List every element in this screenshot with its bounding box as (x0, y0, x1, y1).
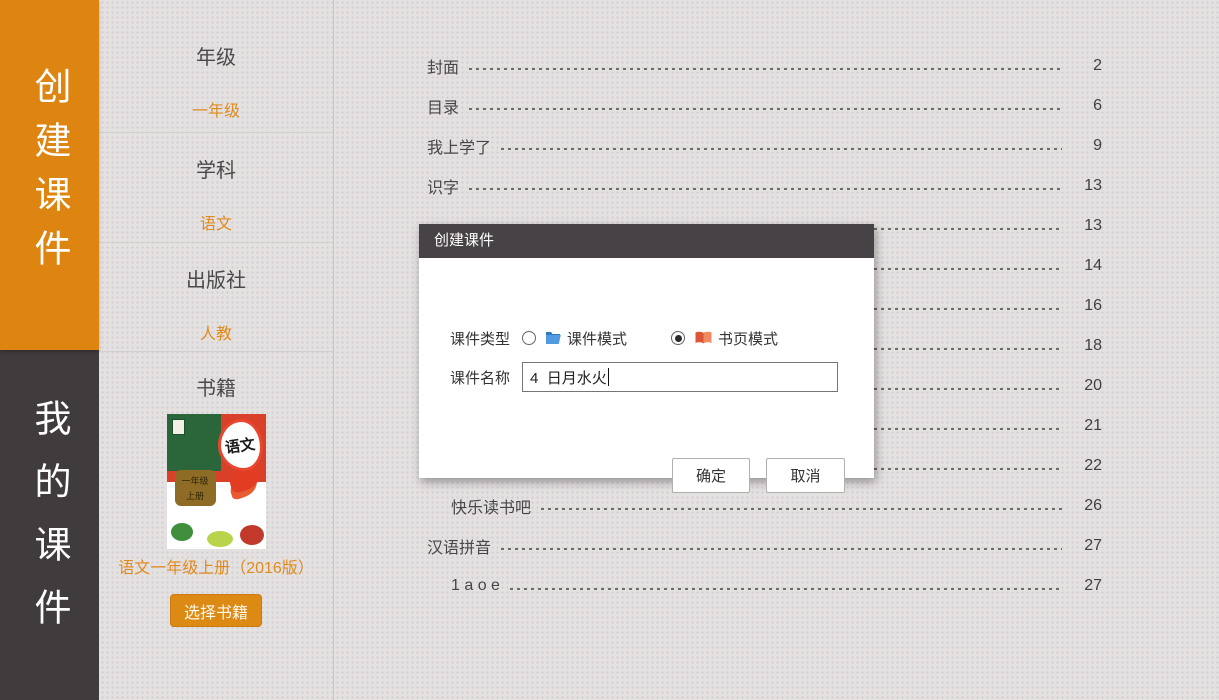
toc-label: 快乐读书吧 (427, 494, 531, 518)
toc-page-number: 9 (1072, 137, 1102, 155)
toc-page-number: 21 (1072, 417, 1102, 435)
toc-row-aoe[interactable]: 1 a o e 27 (427, 566, 1102, 606)
subject-title: 学科 (99, 154, 333, 183)
nav-my-courseware-label[interactable]: 我的课件 (31, 399, 68, 651)
nav-create-courseware[interactable]: 创建课件 (0, 0, 99, 350)
book-cover-bush (240, 525, 264, 545)
toc-label: 目录 (427, 94, 459, 118)
toc-page-number: 16 (1072, 297, 1102, 315)
publisher-value[interactable]: 人教 (99, 320, 333, 344)
toc-page-number: 18 (1072, 337, 1102, 355)
book-title: 书籍 (99, 372, 333, 401)
toc-page-number: 14 (1072, 257, 1102, 275)
book-cover-seal (172, 419, 185, 435)
nav-my-courseware[interactable]: 我的课件 (0, 350, 99, 700)
section-grade: 年级 一年级 (99, 0, 333, 133)
toc-leader (469, 68, 1062, 70)
choose-book-button[interactable]: 选择书籍 (170, 594, 262, 627)
option-bookpage-mode-label: 书页模式 (718, 328, 778, 349)
book-cover-bush (171, 523, 193, 541)
book-cover-title: 语文 (224, 433, 257, 458)
section-publisher: 出版社 人教 (99, 243, 333, 352)
toc-page-number: 13 (1072, 177, 1102, 195)
subject-value[interactable]: 语文 (99, 210, 333, 234)
create-courseware-dialog: 创建课件 课件类型 课件模式 (419, 224, 874, 478)
book-caption: 语文一年级上册（2016版） (118, 558, 314, 580)
toc-page-number: 27 (1072, 577, 1102, 595)
toc-page-number: 6 (1072, 97, 1102, 115)
grade-value[interactable]: 一年级 (99, 97, 333, 121)
courseware-mode-radio[interactable] (522, 331, 536, 345)
courseware-type-label: 课件类型 (450, 328, 510, 349)
toc-row-literacy[interactable]: 识字 13 (427, 166, 1102, 206)
toc-leader (469, 108, 1062, 110)
book-cover-volume: 上册 (186, 489, 204, 502)
courseware-name-label: 课件名称 (450, 367, 510, 388)
option-bookpage-mode[interactable]: 书页模式 (671, 328, 778, 349)
toc-label: 识字 (427, 174, 459, 198)
toc-label: 封面 (427, 54, 459, 78)
toc-page-number: 26 (1072, 497, 1102, 515)
toc-leader (501, 148, 1062, 150)
toc-leader (510, 588, 1062, 590)
toc-page-number: 13 (1072, 217, 1102, 235)
publisher-title: 出版社 (99, 264, 333, 293)
book-selection-sidebar: 年级 一年级 学科 语文 出版社 人教 书籍 语文 一 (99, 0, 334, 700)
grade-title: 年级 (99, 41, 333, 70)
option-courseware-mode-label: 课件模式 (567, 328, 627, 349)
toc-leader (501, 548, 1062, 550)
section-subject: 学科 语文 (99, 133, 333, 243)
courseware-name-value: 4 日月水火 (530, 367, 607, 388)
option-courseware-mode[interactable]: 课件模式 (522, 328, 627, 349)
bookpage-mode-radio[interactable] (671, 331, 685, 345)
folder-icon (545, 331, 562, 345)
toc-page-number: 22 (1072, 457, 1102, 475)
courseware-name-input[interactable]: 4 日月水火 (522, 362, 838, 392)
toc-label: 我上学了 (427, 134, 491, 158)
toc-row-happy-reading[interactable]: 快乐读书吧 26 (427, 486, 1102, 526)
toc-leader (541, 508, 1062, 510)
toc-label: 1 a o e (427, 577, 500, 595)
toc-page-number: 2 (1072, 57, 1102, 75)
toc-page-number: 27 (1072, 537, 1102, 555)
toc-page-number: 20 (1072, 377, 1102, 395)
dialog-body: 课件类型 课件模式 书页模 (419, 258, 874, 478)
book-icon (694, 331, 713, 345)
courseware-name-row: 课件名称 4 日月水火 (450, 362, 838, 392)
courseware-type-row: 课件类型 课件模式 书页模 (450, 324, 778, 352)
book-cover-image[interactable]: 语文 一年级 上册 (167, 414, 266, 549)
ok-button[interactable]: 确定 (672, 458, 750, 493)
toc-row-pinyin[interactable]: 汉语拼音 27 (427, 526, 1102, 566)
cancel-button[interactable]: 取消 (766, 458, 845, 493)
dialog-title: 创建课件 (419, 224, 874, 258)
book-cover-grade: 一年级 (181, 474, 208, 487)
toc-row-i-go-to-school[interactable]: 我上学了 9 (427, 126, 1102, 166)
toc-label: 汉语拼音 (427, 534, 491, 558)
book-cover-bush (207, 531, 233, 547)
book-cover-grade-box: 一年级 上册 (175, 470, 216, 506)
toc-row-cover[interactable]: 封面 2 (427, 46, 1102, 86)
nav-create-courseware-label[interactable]: 创建课件 (31, 67, 68, 283)
section-book: 书籍 语文 一年级 上册 语文一年级上册（2016版） 选择 (99, 352, 333, 700)
toc-row-contents[interactable]: 目录 6 (427, 86, 1102, 126)
toc-leader (469, 188, 1062, 190)
text-caret (608, 368, 609, 386)
